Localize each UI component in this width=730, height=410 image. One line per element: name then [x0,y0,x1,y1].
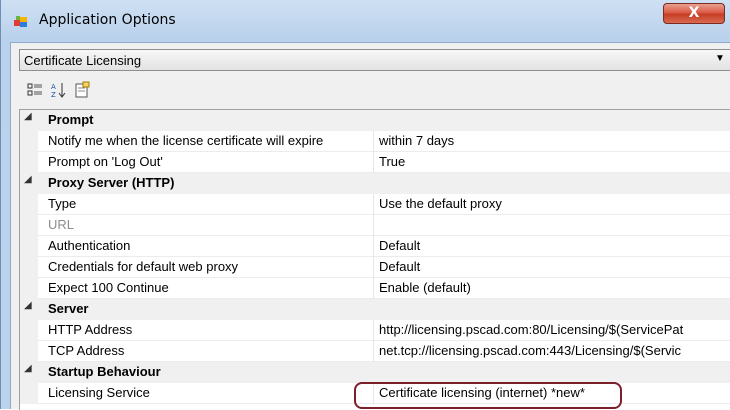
property-row-url: URL [20,215,730,236]
property-name: Notify me when the license certificate w… [48,133,324,148]
property-value[interactable]: Use the default proxy [379,196,730,211]
category-label: Startup Behaviour [48,364,161,379]
collapse-icon[interactable]: ◢ [24,300,32,311]
app-icon [13,14,29,30]
alphabetical-sort-icon[interactable]: A Z [50,81,68,99]
category-label: Server [48,301,89,316]
property-name: HTTP Address [48,322,133,337]
property-row-credentials[interactable]: Credentials for default web proxy Defaul… [20,257,730,278]
property-name: Prompt on 'Log Out' [48,154,163,169]
property-row-type[interactable]: Type Use the default proxy [20,194,730,215]
property-value[interactable]: http://licensing.pscad.com:80/Licensing/… [379,322,730,337]
property-name: Credentials for default web proxy [48,259,239,274]
property-value[interactable]: within 7 days [379,133,730,148]
close-icon: X [688,5,700,21]
property-grid-toolbar: A Z [27,81,147,101]
property-row-http-address[interactable]: HTTP Address http://licensing.pscad.com:… [20,320,730,341]
property-name: Authentication [48,238,131,253]
property-name: Type [48,196,77,211]
category-label: Prompt [48,112,94,127]
category-dropdown-value: Certificate Licensing [24,53,142,68]
category-row-proxy-server[interactable]: ◢ Proxy Server (HTTP) [20,173,730,194]
property-row-tcp-address[interactable]: TCP Address net.tcp://licensing.pscad.co… [20,341,730,362]
category-row-server[interactable]: ◢ Server [20,299,730,320]
property-name: Expect 100 Continue [48,280,169,295]
category-row-startup-behaviour[interactable]: ◢ Startup Behaviour [20,362,730,383]
window-title: Application Options [39,12,176,28]
property-name: URL [48,217,75,232]
property-name: Licensing Service [48,385,150,400]
property-grid: ◢ Prompt Notify me when the license cert… [19,109,730,410]
options-panel: Certificate Licensing ▼ A Z ◢ Prompt Not… [10,42,730,410]
svg-text:A: A [51,83,56,91]
property-value[interactable]: True [379,154,730,169]
categorized-icon[interactable] [27,81,45,99]
property-value[interactable]: Default [379,259,730,274]
collapse-icon[interactable]: ◢ [24,363,32,374]
category-row-prompt[interactable]: ◢ Prompt [20,110,730,131]
close-button[interactable]: X [663,3,725,24]
svg-text:Z: Z [51,91,56,99]
property-value[interactable]: net.tcp://licensing.pscad.com:443/Licens… [379,343,730,358]
category-dropdown[interactable]: Certificate Licensing ▼ [19,49,730,71]
property-name: TCP Address [48,343,125,358]
collapse-icon[interactable]: ◢ [24,111,32,122]
property-row-prompt-logout[interactable]: Prompt on 'Log Out' True [20,152,730,173]
collapse-icon[interactable]: ◢ [24,174,32,185]
application-options-window: Application Options X Certificate Licens… [0,0,730,410]
dropdown-arrow-icon[interactable]: ▼ [715,53,725,64]
property-value[interactable]: Enable (default) [379,280,730,295]
property-pages-icon[interactable] [73,81,91,99]
property-row-expect-100[interactable]: Expect 100 Continue Enable (default) [20,278,730,299]
category-label: Proxy Server (HTTP) [48,175,175,190]
property-value[interactable]: Default [379,238,730,253]
highlight-outline [354,382,622,409]
title-bar[interactable]: Application Options X [1,0,730,40]
property-row-notify-expire[interactable]: Notify me when the license certificate w… [20,131,730,152]
property-row-authentication[interactable]: Authentication Default [20,236,730,257]
